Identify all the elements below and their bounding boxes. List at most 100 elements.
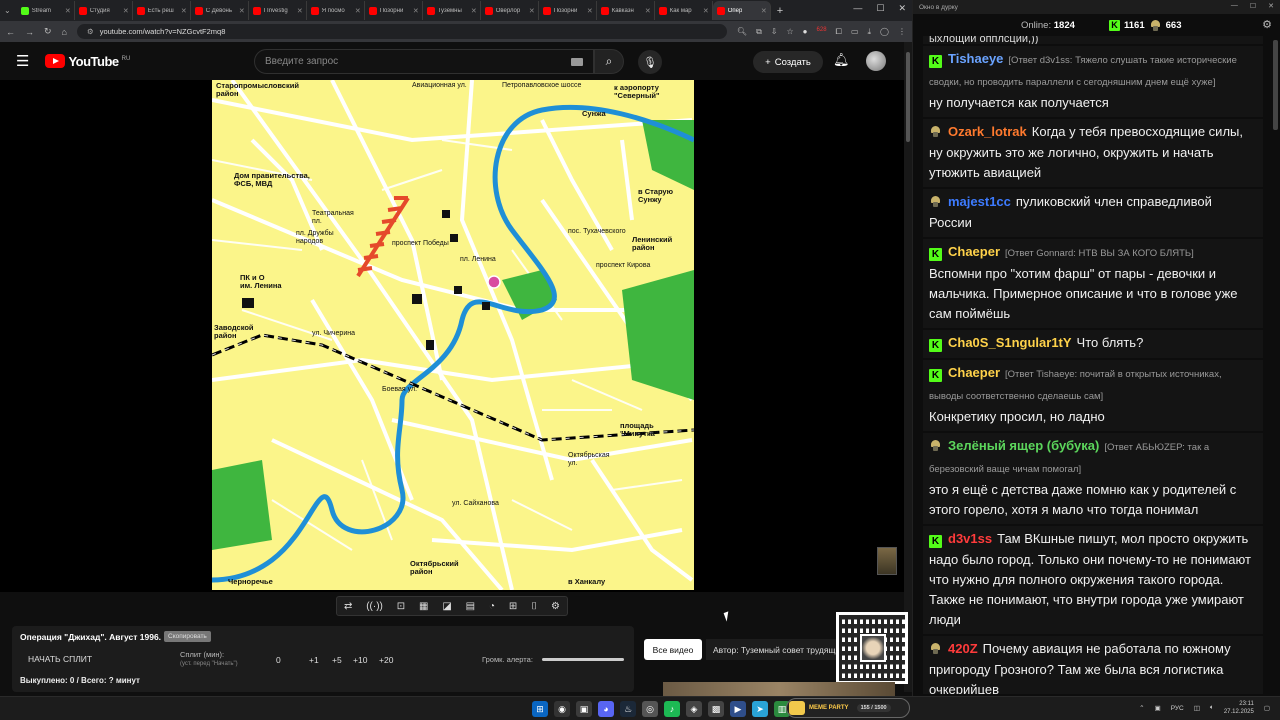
tab-close-icon[interactable]: ✕ <box>297 7 303 15</box>
chat-minimize-icon[interactable]: — <box>1231 2 1238 10</box>
steam-icon[interactable]: ♨ <box>620 701 636 717</box>
youtube-logo[interactable]: YouTube RU <box>45 54 130 69</box>
tab-close-icon[interactable]: ✕ <box>413 7 419 15</box>
tab-close-icon[interactable]: ✕ <box>181 7 187 15</box>
chat-reply-context[interactable]: [Ответ Gonnard: НТВ ВЫ ЗА КОГО БЛЯТЬ] <box>1005 248 1194 259</box>
browser-tab[interactable]: Я посмо ✕ <box>307 1 365 20</box>
page-scrollbar[interactable] <box>904 42 912 692</box>
browser-tab[interactable]: С Девонь ✕ <box>191 1 249 20</box>
browser-tab[interactable]: I Investig ✕ <box>249 1 307 20</box>
chat-username[interactable]: Зелёный ящер (бубука) <box>948 438 1099 453</box>
watch-later-icon[interactable]: ⊡ <box>397 601 405 612</box>
new-tab-button[interactable]: + <box>777 5 783 17</box>
language-indicator[interactable]: РУС <box>1171 705 1184 712</box>
browser-tab[interactable]: Опер ✕ <box>712 1 771 20</box>
downloads-icon[interactable]: ⤓ <box>868 27 872 37</box>
tab-search-icon[interactable]: ⌄ <box>4 6 11 15</box>
start-windows-icon[interactable]: ⊞ <box>532 701 548 717</box>
broadcast-icon[interactable]: ((·)) <box>366 601 383 612</box>
app-icon-8[interactable]: ▩ <box>708 701 724 717</box>
chat-username[interactable]: Chaeper <box>948 244 1000 259</box>
voice-search-button[interactable]: 🎙︎ <box>638 50 662 74</box>
tab-close-icon[interactable]: ✕ <box>471 7 477 15</box>
speed-icon[interactable]: ◔ <box>489 601 495 612</box>
tab-close-icon[interactable]: ✕ <box>355 7 361 15</box>
folder-icon[interactable]: ▣ <box>576 701 592 717</box>
hamburger-menu-icon[interactable]: ☰ <box>16 52 29 70</box>
tray-app-icon[interactable]: ▣ <box>1155 704 1161 712</box>
tab-close-icon[interactable]: ✕ <box>761 7 767 15</box>
spotify-icon[interactable]: ♪ <box>664 701 680 717</box>
settings-gear-icon[interactable]: ⚙ <box>551 601 560 612</box>
start-split-button[interactable]: НАЧАТЬ СПЛИТ <box>28 654 92 664</box>
alert-volume-slider[interactable] <box>542 658 624 661</box>
browser-tab[interactable]: Туземны ✕ <box>423 1 481 20</box>
app-icon-9[interactable]: ▶ <box>730 701 746 717</box>
sidebar-icon[interactable]: ▭ <box>851 27 859 37</box>
browser-tab[interactable]: Stream ✕ <box>17 1 75 20</box>
chat-close-icon[interactable]: ✕ <box>1268 2 1274 10</box>
browser-tab[interactable]: Как мар ✕ <box>655 1 713 20</box>
avatar[interactable] <box>866 51 886 71</box>
film-icon[interactable]: ▦ <box>419 601 428 612</box>
zoom-icon[interactable]: 🔍︎ <box>737 27 747 37</box>
notifications-bell-icon[interactable]: 🔔︎ <box>833 52 850 68</box>
browser-tab[interactable]: Студия ✕ <box>75 1 133 20</box>
all-videos-button[interactable]: Все видео <box>644 639 702 660</box>
cast-icon[interactable]: ⧉ <box>756 27 762 37</box>
home-icon[interactable]: ⌂ <box>62 27 67 37</box>
keyboard-icon[interactable] <box>571 57 583 66</box>
split-value-0[interactable]: 0 <box>276 655 281 665</box>
tab-close-icon[interactable]: ✕ <box>65 7 71 15</box>
close-icon[interactable]: ✕ <box>898 3 906 14</box>
browser-tab[interactable]: Позорни ✕ <box>365 1 423 20</box>
minimize-icon[interactable]: — <box>853 3 862 14</box>
channel-thumbnail[interactable] <box>877 547 897 575</box>
browser-tab[interactable]: Кавказн ✕ <box>597 1 655 20</box>
install-icon[interactable]: ⇩ <box>771 27 778 37</box>
extension-dot-icon[interactable]: ● <box>803 27 808 37</box>
app-icon-7[interactable]: ◈ <box>686 701 702 717</box>
tab-close-icon[interactable]: ✕ <box>239 7 245 15</box>
chat-message-list[interactable]: ыхлощии опплсции,)) K Tishaeye [Ответ d3v1s… <box>923 36 1263 694</box>
chrome-icon[interactable]: ◉ <box>554 701 570 717</box>
chat-username[interactable]: 420Z <box>948 641 978 656</box>
chat-scrollbar[interactable] <box>1273 40 1278 130</box>
video-thumbnail-strip[interactable] <box>663 682 895 696</box>
bookmark-star-icon[interactable]: ☆ <box>787 27 794 37</box>
browser-tab[interactable]: Оверлор ✕ <box>481 1 539 20</box>
tab-close-icon[interactable]: ✕ <box>123 7 129 15</box>
network-icon[interactable]: ◫ <box>1194 704 1200 712</box>
discord-icon[interactable]: ◕ <box>598 701 614 717</box>
split-add-1-button[interactable]: +1 <box>309 655 319 665</box>
telegram-icon[interactable]: ➤ <box>752 701 768 717</box>
meme-party-widget[interactable]: MEME PARTY 155 / 1500 <box>786 698 910 718</box>
tray-chevron-icon[interactable]: ⌃ <box>1139 704 1144 712</box>
profile-icon[interactable]: ◯ <box>880 27 889 37</box>
cinema-icon[interactable]: ▤ <box>466 601 475 612</box>
chat-username[interactable]: d3v1ss <box>948 531 992 546</box>
tab-close-icon[interactable]: ✕ <box>703 7 709 15</box>
split-add-10-button[interactable]: +10 <box>353 655 367 665</box>
menu-dots-icon[interactable]: ⋮ <box>898 27 906 37</box>
volume-icon[interactable]: 🔈︎ <box>1210 704 1214 712</box>
clock[interactable]: 23:11 27.12.2025 <box>1224 700 1254 716</box>
extensions-puzzle-icon[interactable]: ⧠ <box>836 27 842 37</box>
forward-icon[interactable]: → <box>25 27 34 37</box>
screenshot-icon[interactable]: ⌷ <box>531 601 537 612</box>
obs-icon[interactable]: ◎ <box>642 701 658 717</box>
split-add-5-button[interactable]: +5 <box>332 655 342 665</box>
notifications-icon[interactable]: ▢ <box>1264 704 1270 712</box>
browser-tab[interactable]: Есть реш ✕ <box>133 1 191 20</box>
add-frame-icon[interactable]: ⊞ <box>509 601 517 612</box>
split-add-20-button[interactable]: +20 <box>379 655 393 665</box>
back-icon[interactable]: ← <box>6 27 15 37</box>
url-field[interactable]: ⚙ youtube.com/watch?v=NZGcvtF2mq8 <box>76 24 727 39</box>
tab-close-icon[interactable]: ✕ <box>529 7 535 15</box>
create-button[interactable]: + Создать <box>753 51 823 73</box>
tab-close-icon[interactable]: ✕ <box>587 7 593 15</box>
chat-username[interactable]: Ozark_lotrak <box>948 124 1027 139</box>
loop-icon[interactable]: ⇄ <box>344 601 352 612</box>
chat-settings-gear-icon[interactable]: ⚙ <box>1262 18 1272 31</box>
maximize-icon[interactable]: ☐ <box>876 3 884 14</box>
